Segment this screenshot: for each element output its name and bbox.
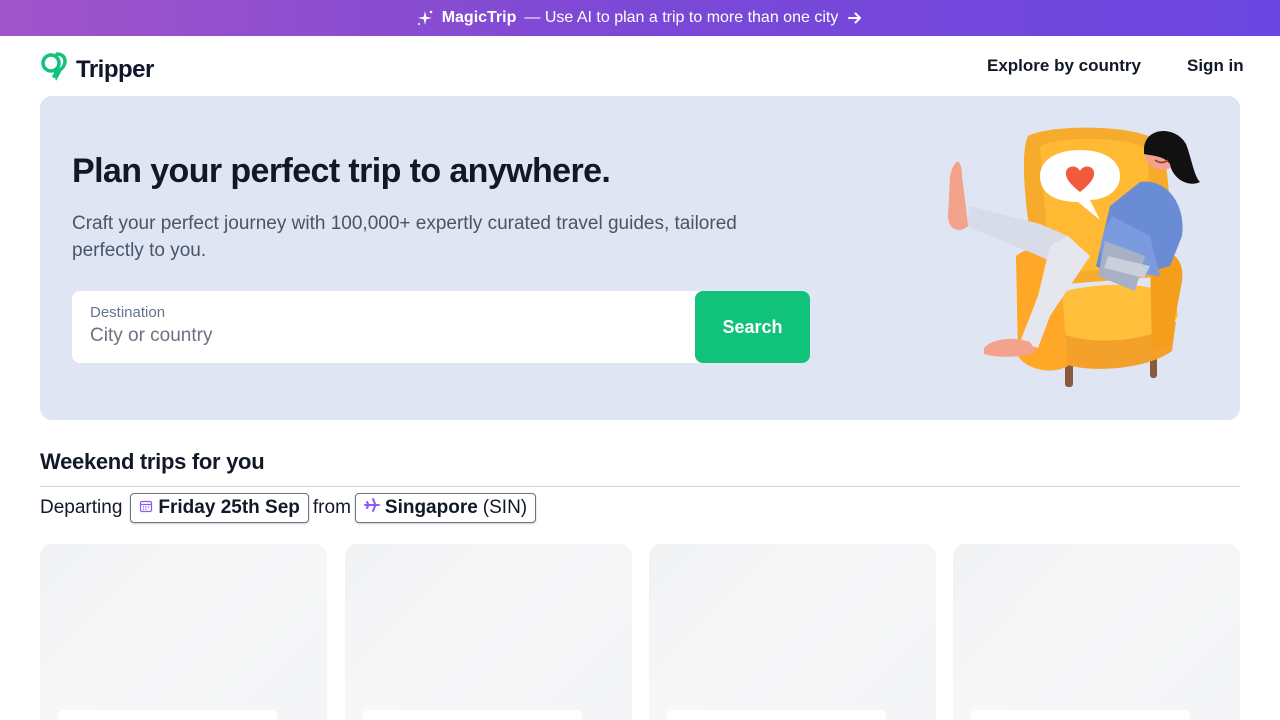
departure-date: Friday 25th Sep (158, 497, 300, 518)
hero-title: Plan your perfect trip to anywhere. (72, 152, 611, 190)
trip-card-placeholder[interactable] (40, 544, 327, 720)
origin-airport-picker[interactable]: Singapore (SIN) (354, 493, 537, 523)
from-label: from (312, 497, 351, 518)
departing-label: Departing (40, 497, 123, 518)
card-text-placeholder (971, 710, 1190, 720)
trip-card-placeholder[interactable] (649, 544, 936, 720)
weekend-trips-heading: Weekend trips for you (40, 449, 265, 474)
woman-in-armchair-illustration (948, 127, 1200, 387)
card-text-placeholder (363, 710, 582, 720)
card-text-placeholder (58, 710, 277, 720)
hero-subtitle: Craft your perfect journey with 100,000+… (72, 213, 737, 261)
logo-icon (40, 50, 72, 89)
plane-icon (363, 497, 380, 519)
departure-filters: Departing Friday 25th Sep from Singapore… (40, 493, 537, 523)
arrow-right-icon (846, 9, 864, 27)
trip-card-placeholder[interactable] (953, 544, 1240, 720)
search-button[interactable]: Search (695, 291, 810, 363)
origin-code: (SIN) (482, 497, 528, 518)
card-text-placeholder (667, 710, 886, 720)
section-divider (40, 486, 1240, 487)
destination-field[interactable]: Destination City or country (72, 291, 695, 363)
promo-banner[interactable]: MagicTrip — Use AI to plan a trip to mor… (0, 0, 1280, 36)
promo-text: — Use AI to plan a trip to more than one… (524, 9, 839, 26)
destination-label: Destination (90, 304, 166, 321)
top-navigation: Tripper Explore by country Sign in (0, 36, 1280, 96)
trip-card-placeholder[interactable] (345, 544, 632, 720)
calendar-icon (139, 497, 153, 519)
hero-section: Plan your perfect trip to anywhere. Craf… (40, 96, 1240, 420)
sign-in-link[interactable]: Sign in (1187, 56, 1244, 76)
destination-input[interactable]: City or country (90, 325, 677, 347)
destination-search: Destination City or country Search (72, 291, 810, 363)
origin-city: Singapore (384, 497, 478, 518)
departure-date-picker[interactable]: Friday 25th Sep (130, 493, 309, 523)
sparkle-icon (416, 9, 434, 27)
explore-by-country-link[interactable]: Explore by country (987, 56, 1141, 76)
logo[interactable]: Tripper (40, 50, 154, 89)
logo-text: Tripper (76, 55, 154, 83)
promo-brand: MagicTrip (441, 9, 517, 26)
